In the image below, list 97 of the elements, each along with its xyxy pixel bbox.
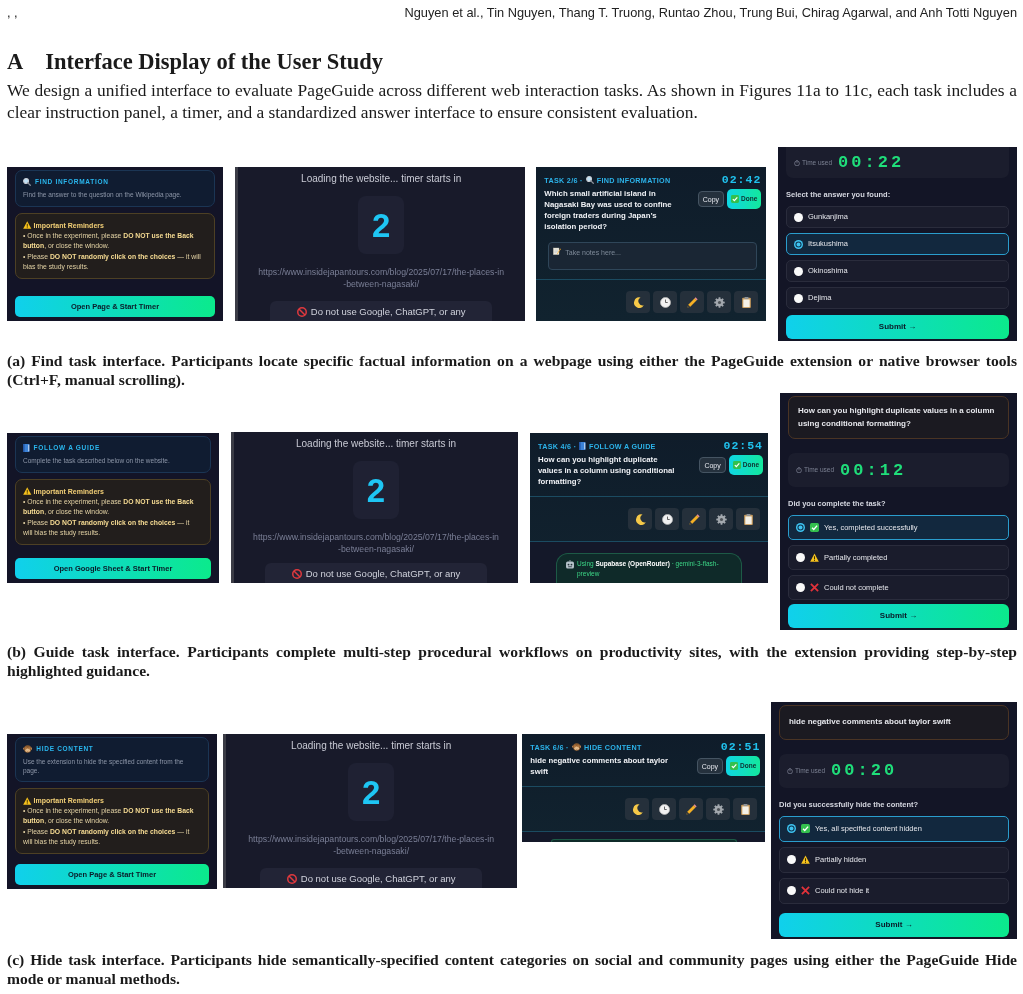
prohibited-icon [286, 873, 297, 884]
section-title: Interface Display of the User Study [45, 50, 383, 74]
countdown-tile: 2 [358, 196, 405, 254]
moon-icon [634, 513, 646, 525]
robot-icon [566, 560, 574, 569]
check-icon [731, 195, 740, 203]
radio-button[interactable] [796, 523, 805, 532]
radio-button[interactable] [786, 855, 796, 864]
clipboard-icon [742, 513, 754, 525]
submit-button[interactable]: Submit → [778, 913, 1009, 937]
pencil-button[interactable] [680, 291, 705, 313]
author-list: Nguyen et al., Tin Nguyen, Thang T. Truong, Runtao Zhou, Trung Bui, Chirag Agarwal, and Anh Totti Nguyen [404, 6, 1017, 20]
clock-icon [659, 296, 671, 308]
moon-button[interactable] [628, 508, 652, 530]
timer-icon [786, 767, 793, 774]
url-text: https://www.insidejapantours.com/blog/2025/07/17/the-places-in-between-nagasaki/ [257, 266, 506, 290]
warning-icon [23, 487, 32, 495]
warning-icon [23, 221, 32, 229]
clipboard-button[interactable] [733, 798, 758, 820]
figure-caption: (b) Guide task interface. Participants complete multi-step procedural workflows on productivity sites, with the extension providing step-by-step highlighted guidance. [7, 643, 1017, 680]
monkey-icon [23, 745, 33, 753]
submit-button[interactable]: Submit → [788, 604, 1009, 628]
submit-button[interactable]: Submit → [785, 315, 1009, 339]
magnifier-icon [585, 176, 594, 184]
pencil-button[interactable] [682, 508, 706, 530]
settings-button[interactable] [707, 291, 732, 313]
moon-icon [631, 803, 643, 815]
loading-message: Loading the website... timer starts in [295, 438, 457, 450]
loading-message: Loading the website... timer starts in [301, 173, 462, 185]
countdown-timer: 02:42 [721, 174, 762, 186]
radio-button[interactable] [793, 293, 803, 303]
settings-button[interactable] [709, 508, 733, 530]
monkey-icon [571, 743, 582, 751]
question-box: hide negative comments about taylor swift [778, 705, 1009, 740]
moon-icon [632, 296, 644, 308]
clock-button[interactable] [652, 798, 677, 820]
magnifier-icon [23, 178, 31, 186]
moon-button[interactable] [625, 798, 650, 820]
section-number: A [7, 50, 24, 74]
prohibited-icon [296, 306, 307, 317]
elapsed-time: 00:22 [838, 154, 905, 171]
warning-text: Do not use Google, ChatGPT, or any [310, 306, 466, 317]
clock-button[interactable] [653, 291, 678, 313]
timer-icon [793, 159, 800, 166]
check-icon [800, 824, 810, 833]
figure-caption: (c) Hide task interface. Participants hide semantically-specified content categories on social and community pages using either the PageGuide Hide mode or manual methods. [7, 951, 1017, 988]
cross-icon [810, 583, 819, 592]
check-icon [732, 461, 741, 469]
clock-icon [658, 803, 670, 815]
radio-button[interactable] [793, 266, 803, 276]
figure-caption: (a) Find task interface. Participants locate specific factual information on a webpage using either the PageGuide extension or native browser tools (Ctrl+F, manual scrolling). [7, 352, 1017, 389]
clock-button[interactable] [655, 508, 679, 530]
timer-icon [796, 467, 802, 473]
radio-button[interactable] [793, 212, 803, 222]
radio-button[interactable] [786, 886, 796, 895]
warning-icon [800, 855, 810, 864]
running-head-text: , , [7, 6, 18, 20]
url-text: https://www.insidejapantours.com/blog/2025/07/17/the-places-in-between-nagasaki/ [247, 833, 496, 857]
moon-button[interactable] [626, 291, 651, 313]
elapsed-time: 00:20 [831, 762, 898, 779]
loading-message: Loading the website... timer starts in [291, 740, 452, 752]
pencil-icon [686, 296, 698, 308]
radio-button[interactable] [786, 824, 796, 833]
pencil-button[interactable] [679, 798, 704, 820]
pencil-icon [685, 803, 697, 815]
settings-icon [715, 513, 727, 525]
book-icon [23, 444, 30, 452]
clipboard-button[interactable] [734, 291, 759, 313]
clipboard-button[interactable] [736, 508, 760, 530]
warning-text: Do not use Google, ChatGPT, or any [305, 568, 461, 579]
settings-button[interactable] [706, 798, 731, 820]
settings-icon [712, 803, 724, 815]
countdown-timer: 02:51 [720, 741, 761, 753]
cross-icon [800, 886, 810, 895]
countdown-timer: 02:54 [723, 440, 763, 452]
settings-icon [713, 296, 725, 308]
clipboard-icon [740, 296, 752, 308]
question-box: How can you highlight duplicate values in a column using conditional formatting? [788, 396, 1009, 439]
warning-icon [810, 553, 819, 562]
prohibited-icon [291, 568, 302, 579]
intro-paragraph: We design a unified interface to evaluate PageGuide across different web interaction tasks. As shown in Figures 11a to 11c, each task includes a clear instruction panel, a timer, and a standardized answer interface to ensure consistent evaluation. [7, 79, 1017, 123]
url-text: https://www.insidejapantours.com/blog/2025/07/17/the-places-in-between-nagasaki/ [252, 531, 500, 555]
warning-icon [23, 796, 32, 805]
check-icon [730, 762, 739, 770]
countdown-tile: 2 [353, 461, 399, 519]
book-icon [579, 442, 586, 450]
elapsed-time: 00:12 [840, 461, 907, 479]
check-icon [810, 523, 819, 532]
memo-icon [553, 247, 562, 255]
clock-icon [661, 513, 673, 525]
warning-text: Do not use Google, ChatGPT, or any [300, 873, 456, 884]
radio-button[interactable] [793, 239, 803, 249]
countdown-tile: 2 [348, 763, 395, 821]
radio-button[interactable] [796, 583, 805, 592]
radio-button[interactable] [796, 553, 805, 562]
pencil-icon [688, 513, 700, 525]
clipboard-icon [739, 803, 751, 815]
